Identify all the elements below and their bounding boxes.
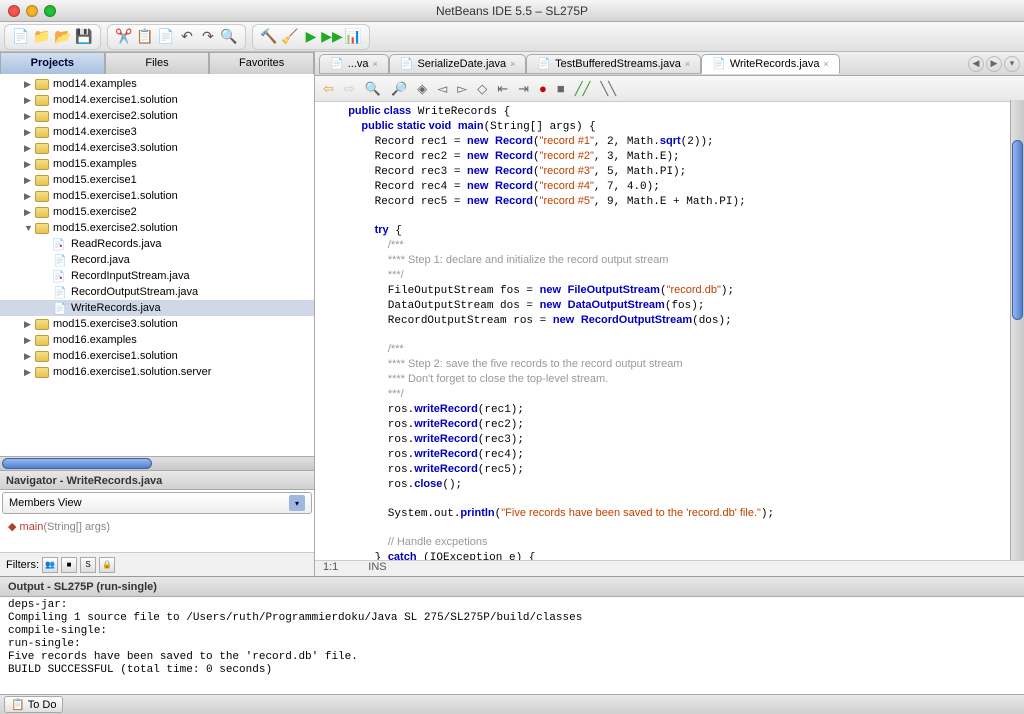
nav-forward-icon[interactable]: ⇨ — [344, 81, 355, 97]
java-file-node[interactable]: 📄WriteRecords.java — [0, 300, 314, 316]
output-panel: Output - SL275P (run-single) deps-jar: C… — [0, 576, 1024, 694]
output-title: Output - SL275P (run-single) — [0, 577, 1024, 597]
package-node[interactable]: ▶mod16.exercise1.solution.server — [0, 364, 314, 380]
cursor-position: 1:1 — [323, 561, 338, 576]
cut-icon[interactable]: ✂️ — [114, 27, 134, 47]
package-node[interactable]: ▶mod16.exercise1.solution — [0, 348, 314, 364]
java-file-node[interactable]: 📄▪ReadRecords.java — [0, 236, 314, 252]
profile-icon[interactable]: 📊 — [343, 27, 363, 47]
toggle-bookmark-icon[interactable]: ◇ — [477, 81, 487, 97]
toggle-highlight-icon[interactable]: ◈ — [417, 81, 427, 97]
new-project-icon[interactable]: 📁 — [32, 27, 52, 47]
tab-back-icon[interactable]: ◀ — [968, 56, 984, 72]
search-icon[interactable]: 🔍 — [219, 27, 239, 47]
java-file-node[interactable]: 📄Record.java — [0, 252, 314, 268]
editor-tab[interactable]: 📄SerializeDate.java× — [389, 54, 527, 74]
editor-status-bar: 1:1 INS — [315, 560, 1024, 576]
shift-left-icon[interactable]: ⇤ — [497, 81, 508, 97]
navigator-view-label: Members View — [9, 497, 82, 509]
find-next-icon[interactable]: 🔎 — [391, 81, 407, 97]
todo-label: To Do — [28, 699, 57, 711]
package-node[interactable]: ▶mod14.exercise3 — [0, 124, 314, 140]
filter-nonpublic-icon[interactable]: 🔒 — [99, 557, 115, 573]
tree-scrollbar[interactable] — [0, 456, 314, 470]
java-file-node[interactable]: 📄RecordOutputStream.java — [0, 284, 314, 300]
navigator-members[interactable]: ◆ main(String[] args) — [0, 516, 314, 552]
open-icon[interactable]: 📂 — [53, 27, 73, 47]
main-toolbar: 📄 📁 📂 💾 ✂️ 📋 📄 ↶ ↷ 🔍 🔨 🧹 ▶ ▶▶ 📊 — [0, 22, 1024, 52]
next-bookmark-icon[interactable]: ▻ — [457, 81, 467, 97]
package-node[interactable]: ▶mod15.exercise3.solution — [0, 316, 314, 332]
shift-right-icon[interactable]: ⇥ — [518, 81, 529, 97]
package-node[interactable]: ▶mod14.exercise2.solution — [0, 108, 314, 124]
close-tab-icon[interactable]: × — [510, 59, 515, 69]
code-editor[interactable]: public class WriteRecords { public stati… — [315, 102, 1024, 560]
package-node[interactable]: ▶mod14.exercise3.solution — [0, 140, 314, 156]
save-all-icon[interactable]: 💾 — [74, 27, 94, 47]
prev-bookmark-icon[interactable]: ◅ — [437, 81, 447, 97]
editor-tabs: 📄...va×📄SerializeDate.java×📄TestBuffered… — [315, 52, 1024, 76]
comment-icon[interactable]: ╱╱ — [575, 81, 591, 97]
package-node[interactable]: ▶mod14.examples — [0, 76, 314, 92]
close-tab-icon[interactable]: × — [823, 59, 828, 69]
navigator-filters: Filters: 👥 ■ S 🔒 — [0, 552, 314, 576]
package-node[interactable]: ▼mod15.exercise2.solution — [0, 220, 314, 236]
tab-files[interactable]: Files — [105, 52, 210, 74]
tab-favorites[interactable]: Favorites — [209, 52, 314, 74]
macro-stop-icon[interactable]: ■ — [557, 81, 565, 96]
run-icon[interactable]: ▶ — [301, 27, 321, 47]
close-tab-icon[interactable]: × — [373, 59, 378, 69]
close-tab-icon[interactable]: × — [685, 59, 690, 69]
find-prev-icon[interactable]: 🔍 — [365, 81, 381, 97]
titlebar: NetBeans IDE 5.5 – SL275P — [0, 0, 1024, 22]
navigator-view-select[interactable]: Members View ▾ — [2, 492, 312, 514]
filter-inherited-icon[interactable]: 👥 — [42, 557, 58, 573]
tab-list-icon[interactable]: ▾ — [1004, 56, 1020, 72]
todo-button[interactable]: 📋 To Do — [4, 696, 63, 713]
dropdown-icon: ▾ — [289, 495, 305, 511]
build-icon[interactable]: 🔨 — [259, 27, 279, 47]
package-node[interactable]: ▶mod15.exercise1 — [0, 172, 314, 188]
debug-icon[interactable]: ▶▶ — [322, 27, 342, 47]
filter-static-icon[interactable]: S — [80, 557, 96, 573]
window-title: NetBeans IDE 5.5 – SL275P — [0, 4, 1024, 18]
clean-build-icon[interactable]: 🧹 — [280, 27, 300, 47]
undo-icon[interactable]: ↶ — [177, 27, 197, 47]
filters-label: Filters: — [6, 559, 39, 571]
navigator-title: Navigator - WriteRecords.java — [0, 470, 314, 490]
tab-projects[interactable]: Projects — [0, 52, 105, 74]
filter-fields-icon[interactable]: ■ — [61, 557, 77, 573]
macro-start-icon[interactable]: ● — [539, 81, 547, 96]
java-file-node[interactable]: 📄▪RecordInputStream.java — [0, 268, 314, 284]
project-tree[interactable]: ▶mod14.examples▶mod14.exercise1.solution… — [0, 74, 314, 456]
package-node[interactable]: ▶mod14.exercise1.solution — [0, 92, 314, 108]
package-node[interactable]: ▶mod15.exercise1.solution — [0, 188, 314, 204]
copy-icon[interactable]: 📋 — [135, 27, 155, 47]
new-file-icon[interactable]: 📄 — [11, 27, 31, 47]
package-node[interactable]: ▶mod15.exercise2 — [0, 204, 314, 220]
editor-tab[interactable]: 📄TestBufferedStreams.java× — [526, 54, 701, 74]
nav-back-icon[interactable]: ⇦ — [323, 81, 334, 97]
paste-icon[interactable]: 📄 — [156, 27, 176, 47]
output-body[interactable]: deps-jar: Compiling 1 source file to /Us… — [0, 597, 1024, 694]
editor-toolbar: ⇦ ⇨ 🔍 🔎 ◈ ◅ ▻ ◇ ⇤ ⇥ ● ■ ╱╱ ╲╲ — [315, 76, 1024, 102]
tab-forward-icon[interactable]: ▶ — [986, 56, 1002, 72]
editor-tab[interactable]: 📄WriteRecords.java× — [701, 54, 840, 74]
editor-tab[interactable]: 📄...va× — [319, 54, 389, 74]
package-node[interactable]: ▶mod16.examples — [0, 332, 314, 348]
bottom-bar: 📋 To Do — [0, 694, 1024, 714]
uncomment-icon[interactable]: ╲╲ — [600, 81, 616, 97]
package-node[interactable]: ▶mod15.examples — [0, 156, 314, 172]
editor-scrollbar[interactable] — [1010, 100, 1024, 560]
sidebar-tabs: Projects Files Favorites — [0, 52, 314, 74]
redo-icon[interactable]: ↷ — [198, 27, 218, 47]
insert-mode: INS — [368, 561, 386, 576]
